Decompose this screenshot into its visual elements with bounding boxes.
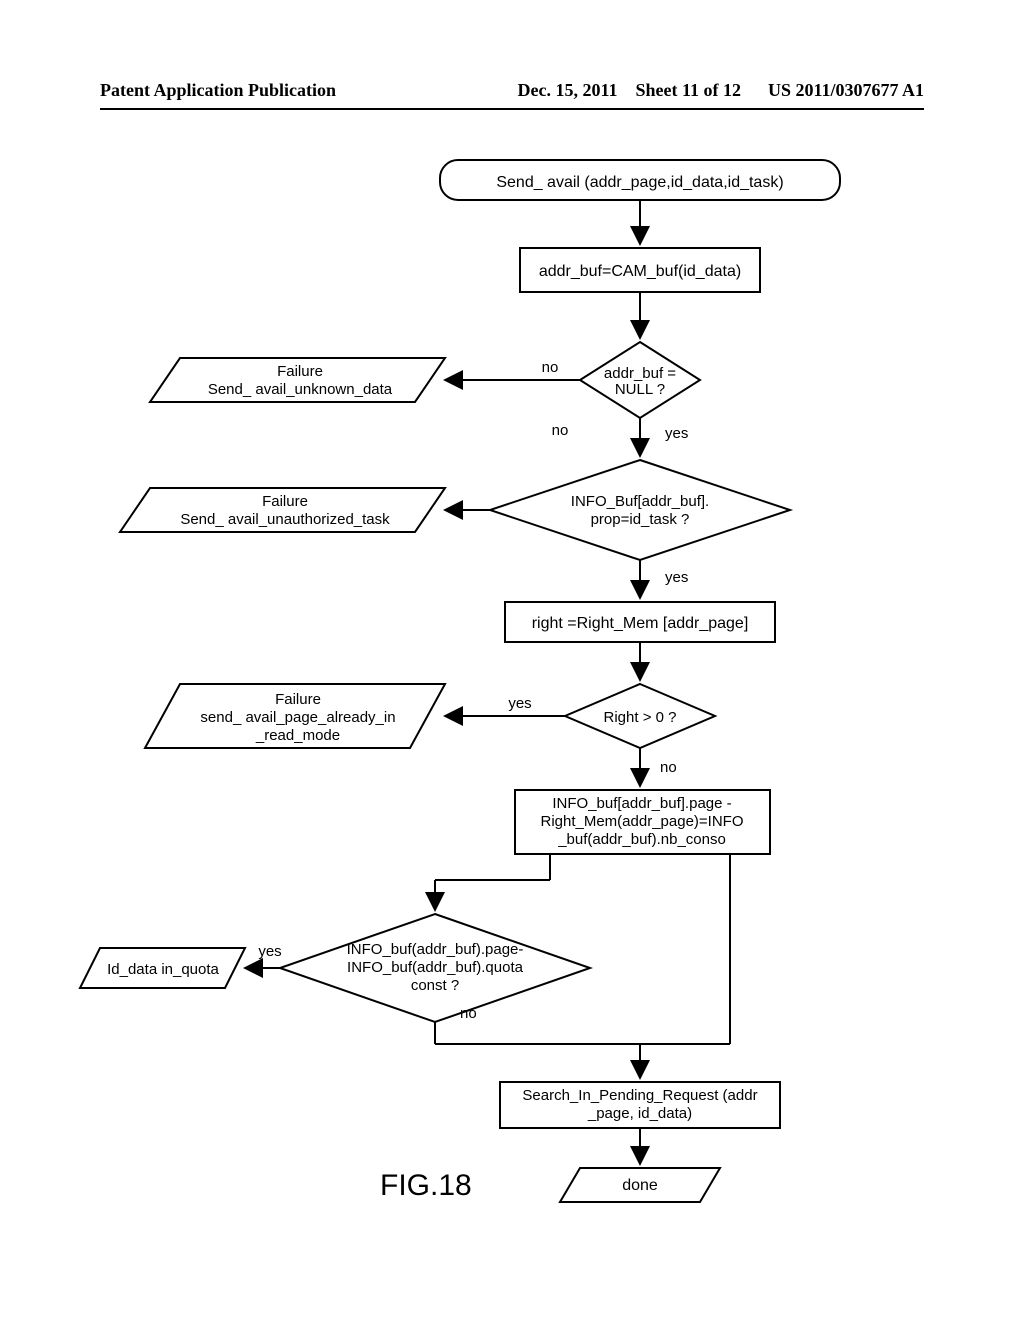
dec1-no-label: no xyxy=(542,359,559,376)
dec2-yes-label: yes xyxy=(665,569,688,586)
proc4-l2: _page, id_data) xyxy=(587,1105,692,1122)
fail3-l3: _read_mode xyxy=(255,727,340,744)
figure-label: FIG.18 xyxy=(380,1169,472,1202)
fail1-l1: Failure xyxy=(277,363,323,380)
proc2-text: right =Right_Mem [addr_page] xyxy=(532,615,749,632)
dec1-l1: addr_buf = xyxy=(604,365,676,382)
dec1-yes-label: yes xyxy=(665,425,688,442)
terminator-text: Send_ avail (addr_page,id_data,id_task) xyxy=(496,174,783,191)
dec3-text: Right > 0 ? xyxy=(604,709,677,726)
quota-text: Id_data in_quota xyxy=(107,961,219,978)
fail2-l1: Failure xyxy=(262,493,308,510)
dec1-upno-label: no xyxy=(552,422,569,439)
dec3-yes-label: yes xyxy=(508,695,531,712)
proc3-l1: INFO_buf[addr_buf].page - xyxy=(552,795,731,812)
dec3-no-label: no xyxy=(660,759,677,776)
dec4-no-label: no xyxy=(460,1005,477,1022)
dec4-l3: const ? xyxy=(411,977,459,994)
proc3-l2: Right_Mem(addr_page)=INFO xyxy=(540,813,743,830)
fail3-l2: send_ avail_page_already_in xyxy=(200,709,395,726)
dec2-l1: INFO_Buf[addr_buf]. xyxy=(571,493,709,510)
dec2-l2: prop=id_task ? xyxy=(591,511,690,528)
proc1-text: addr_buf=CAM_buf(id_data) xyxy=(539,263,741,280)
fail1-l2: Send_ avail_unknown_data xyxy=(208,381,393,398)
done-text: done xyxy=(622,1177,658,1194)
dec4-l1: INFO_buf(addr_buf).page- xyxy=(347,941,524,958)
flowchart: Send_ avail (addr_page,id_data,id_task) … xyxy=(0,0,1024,1320)
decision-prop-task xyxy=(490,460,790,560)
dec4-l2: INFO_buf(addr_buf).quota xyxy=(347,959,524,976)
proc3-l3: _buf(addr_buf).nb_conso xyxy=(557,831,726,848)
fail3-l1: Failure xyxy=(275,691,321,708)
dec1-l2: NULL ? xyxy=(615,381,665,398)
proc4-l1: Search_In_Pending_Request (addr xyxy=(522,1087,757,1104)
dec4-yes-label: yes xyxy=(258,943,281,960)
fail2-l2: Send_ avail_unauthorized_task xyxy=(180,511,390,528)
